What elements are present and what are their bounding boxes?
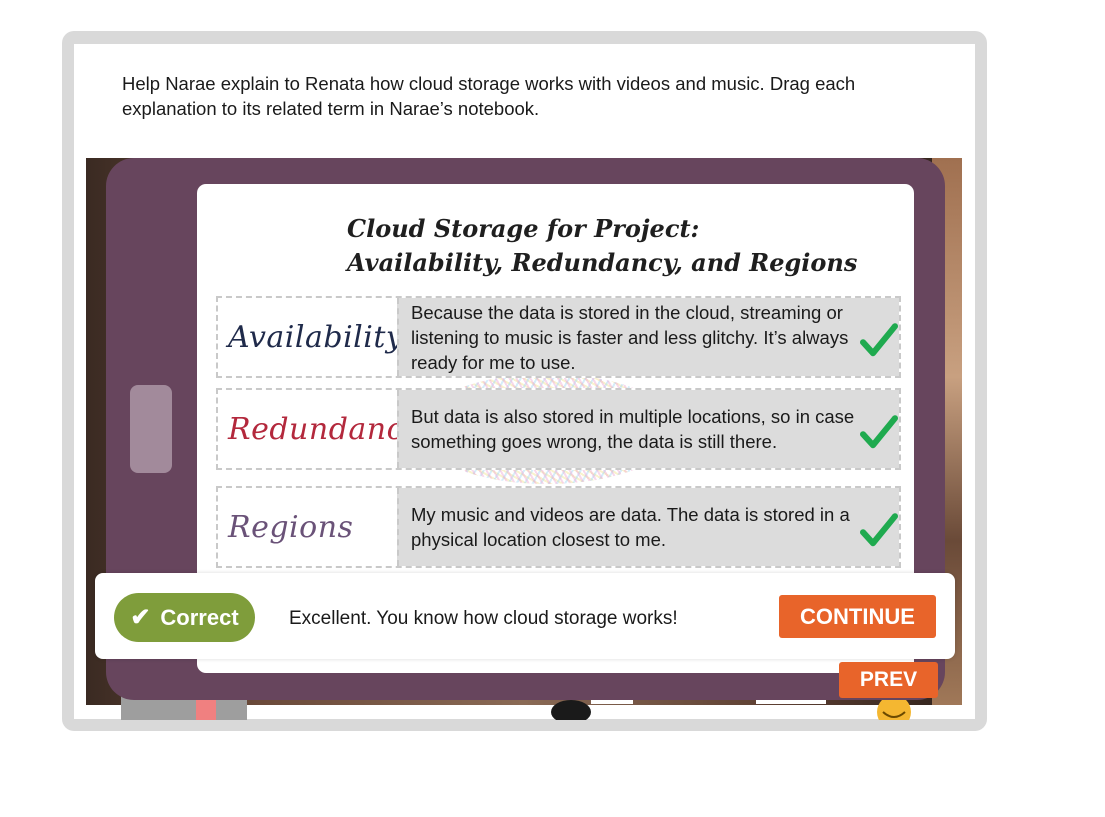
- answer-text: My music and videos are data. The data i…: [411, 504, 850, 550]
- notebook-title-line1: Cloud Storage for Project:: [347, 214, 700, 243]
- checkmark-icon: [860, 513, 898, 547]
- checkmark-icon: [860, 415, 898, 449]
- correct-badge: ✔ Correct: [114, 593, 255, 642]
- continue-button[interactable]: CONTINUE: [779, 595, 936, 638]
- term-label: Availability: [228, 319, 404, 355]
- prev-button[interactable]: PREV: [839, 662, 938, 698]
- match-row-regions: Regions My music and videos are data. Th…: [216, 486, 901, 568]
- term-label: Redundancy: [228, 411, 422, 447]
- term-label: Regions: [228, 509, 354, 545]
- answer-card[interactable]: My music and videos are data. The data i…: [397, 488, 899, 566]
- feedback-bar: ✔ Correct Excellent. You know how cloud …: [95, 573, 955, 659]
- answer-text: Because the data is stored in the cloud,…: [411, 301, 849, 373]
- checkmark-icon: [860, 323, 898, 357]
- answer-card[interactable]: Because the data is stored in the cloud,…: [397, 298, 899, 376]
- match-row-redundancy: Redundancy But data is also stored in mu…: [216, 388, 901, 470]
- match-row-availability: Availability Because the data is stored …: [216, 296, 901, 378]
- feedback-message: Excellent. You know how cloud storage wo…: [289, 608, 678, 629]
- correct-badge-label: Correct: [160, 604, 239, 630]
- checkmark-icon: ✔: [130, 604, 151, 631]
- tablet-home-button: [130, 385, 172, 473]
- answer-card[interactable]: But data is also stored in multiple loca…: [397, 390, 899, 468]
- answer-text: But data is also stored in multiple loca…: [411, 406, 855, 452]
- notebook-title-line2: Availability, Redundancy, and Regions: [347, 248, 858, 277]
- instructions-text: Help Narae explain to Renata how cloud s…: [122, 73, 856, 119]
- notebook-title: Cloud Storage for Project: Availability,…: [347, 212, 857, 280]
